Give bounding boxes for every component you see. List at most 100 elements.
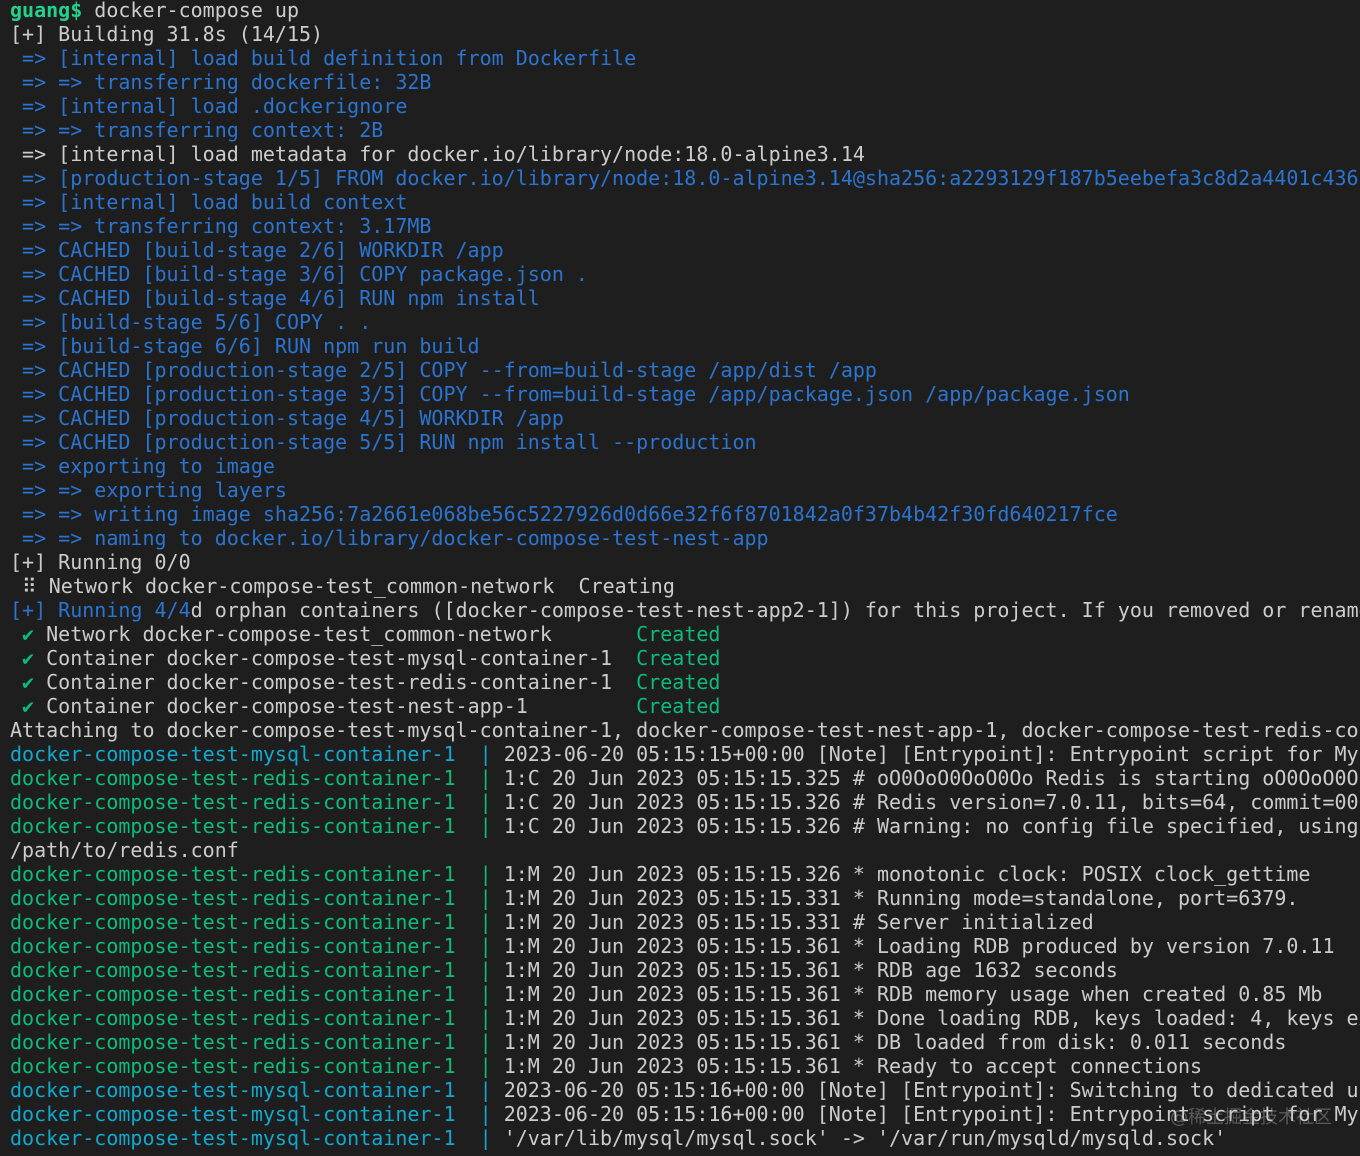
- terminal-line: docker-compose-test-redis-container-1 | …: [10, 982, 1360, 1006]
- line-segment: [+] Running 4/4: [10, 598, 191, 622]
- line-segment: 1:M 20 Jun 2023 05:15:15.361 * RDB memor…: [503, 982, 1323, 1006]
- terminal-line: => CACHED [build-stage 4/6] RUN npm inst…: [10, 286, 1360, 310]
- line-segment: => [production-stage 1/5] FROM docker.io…: [10, 166, 1360, 190]
- line-segment: [+] Building 31.8s (14/15): [10, 22, 324, 46]
- line-segment: docker-compose-test-redis-container-1 |: [10, 958, 504, 982]
- line-segment: => CACHED [build-stage 4/6] RUN npm inst…: [10, 286, 540, 310]
- line-segment: => => exporting layers: [10, 478, 287, 502]
- terminal-line: => [internal] load build context: [10, 190, 1360, 214]
- terminal-line: docker-compose-test-redis-container-1 | …: [10, 862, 1360, 886]
- line-segment: 1:M 20 Jun 2023 05:15:15.361 * RDB age 1…: [503, 958, 1118, 982]
- terminal-line: => => transferring context: 2B: [10, 118, 1360, 142]
- line-segment: docker-compose-test-redis-container-1 |: [10, 1054, 504, 1078]
- terminal-line: => [internal] load build definition from…: [10, 46, 1360, 70]
- terminal-line: => CACHED [build-stage 2/6] WORKDIR /app: [10, 238, 1360, 262]
- terminal-line: docker-compose-test-redis-container-1 | …: [10, 910, 1360, 934]
- terminal-line: docker-compose-test-mysql-container-1 | …: [10, 1078, 1360, 1102]
- line-segment: => => transferring context: 2B: [10, 118, 384, 142]
- line-segment: d orphan containers ([docker-compose-tes…: [190, 598, 1360, 622]
- terminal-line: => CACHED [production-stage 4/5] WORKDIR…: [10, 406, 1360, 430]
- line-segment: => [build-stage 6/6] RUN npm run build: [10, 334, 480, 358]
- line-segment: 1:C 20 Jun 2023 05:15:15.326 # Redis ver…: [503, 790, 1360, 814]
- line-segment: 2023-06-20 05:15:16+00:00 [Note] [Entryp…: [503, 1078, 1360, 1102]
- terminal-line: [+] Running 4/4d orphan containers ([doc…: [10, 598, 1360, 622]
- line-segment: => [build-stage 5/6] COPY . .: [10, 310, 372, 334]
- terminal-line: ✔ Network docker-compose-test_common-net…: [10, 622, 1360, 646]
- line-segment: docker-compose-test-redis-container-1 |: [10, 790, 504, 814]
- terminal-line: ✔ Container docker-compose-test-nest-app…: [10, 694, 1360, 718]
- line-segment: Created: [636, 646, 721, 670]
- line-segment: => CACHED [build-stage 2/6] WORKDIR /app: [10, 238, 504, 262]
- terminal-line: docker-compose-test-redis-container-1 | …: [10, 1030, 1360, 1054]
- terminal-line: docker-compose-test-redis-container-1 | …: [10, 766, 1360, 790]
- line-segment: ✔: [10, 670, 35, 694]
- line-segment: 1:M 20 Jun 2023 05:15:15.361 * DB loaded…: [503, 1030, 1287, 1054]
- line-segment: Attaching to docker-compose-test-mysql-c…: [10, 718, 1360, 742]
- line-segment: 1:M 20 Jun 2023 05:15:15.326 * monotonic…: [503, 862, 1311, 886]
- terminal-line: => => transferring dockerfile: 32B: [10, 70, 1360, 94]
- line-segment: => CACHED [production-stage 5/5] RUN npm…: [10, 430, 757, 454]
- line-segment: => => naming to docker.io/library/docker…: [10, 526, 769, 550]
- terminal-line: Attaching to docker-compose-test-mysql-c…: [10, 718, 1360, 742]
- terminal-line: => CACHED [production-stage 2/5] COPY --…: [10, 358, 1360, 382]
- line-segment: => [internal] load build context: [10, 190, 408, 214]
- line-segment: docker-compose-test-mysql-container-1 |: [10, 1126, 504, 1150]
- line-segment: Created: [636, 670, 721, 694]
- line-segment: docker-compose-test-redis-container-1 |: [10, 814, 504, 838]
- line-segment: Container docker-compose-test-redis-cont…: [34, 670, 637, 694]
- terminal-line: ✔ Container docker-compose-test-mysql-co…: [10, 646, 1360, 670]
- line-segment: 1:M 20 Jun 2023 05:15:15.361 * Ready to …: [503, 1054, 1203, 1078]
- line-segment: docker-compose-test-redis-container-1 |: [10, 766, 504, 790]
- line-segment: => => writing image sha256:7a2661e068be5…: [10, 502, 1118, 526]
- line-segment: docker-compose-test-mysql-container-1 |: [10, 742, 504, 766]
- line-segment: 1:M 20 Jun 2023 05:15:15.331 # Server in…: [503, 910, 1094, 934]
- line-segment: 1:C 20 Jun 2023 05:15:15.325 # oO0OoO0Oo…: [503, 766, 1360, 790]
- terminal-line: /path/to/redis.conf: [10, 838, 1360, 862]
- shell-prompt: guang$: [10, 0, 83, 22]
- line-segment: Container docker-compose-test-nest-app-1: [34, 694, 637, 718]
- terminal-line: => => transferring context: 3.17MB: [10, 214, 1360, 238]
- terminal-line: docker-compose-test-redis-container-1 | …: [10, 1006, 1360, 1030]
- terminal-line: docker-compose-test-redis-container-1 | …: [10, 790, 1360, 814]
- line-segment: => [internal] load build definition from…: [10, 46, 637, 70]
- terminal-line: => [internal] load metadata for docker.i…: [10, 142, 1360, 166]
- line-segment: docker-compose-test-redis-container-1 |: [10, 862, 504, 886]
- line-segment: ✔: [10, 694, 35, 718]
- terminal-line: => => naming to docker.io/library/docker…: [10, 526, 1360, 550]
- terminal-line: => [build-stage 5/6] COPY . .: [10, 310, 1360, 334]
- terminal-line: docker-compose-test-mysql-container-1 | …: [10, 1126, 1360, 1150]
- line-segment: => => transferring context: 3.17MB: [10, 214, 432, 238]
- line-segment: ✔: [10, 622, 35, 646]
- line-segment: ⠿ Network docker-compose-test_common-net…: [10, 574, 675, 598]
- line-segment: Container docker-compose-test-mysql-cont…: [34, 646, 637, 670]
- line-segment: 1:M 20 Jun 2023 05:15:15.331 * Running m…: [503, 886, 1299, 910]
- line-segment: docker-compose-test-redis-container-1 |: [10, 982, 504, 1006]
- terminal-line: ✔ Container docker-compose-test-redis-co…: [10, 670, 1360, 694]
- line-segment: 2023-06-20 05:15:15+00:00 [Note] [Entryp…: [503, 742, 1360, 766]
- line-segment: docker-compose-test-mysql-container-1 |: [10, 1102, 504, 1126]
- line-segment: docker-compose-test-redis-container-1 |: [10, 910, 504, 934]
- terminal-line: => [internal] load .dockerignore: [10, 94, 1360, 118]
- line-segment: Created: [636, 622, 721, 646]
- line-segment: Network docker-compose-test_common-netwo…: [34, 622, 637, 646]
- line-segment: docker-compose-test-mysql-container-1 |: [10, 1078, 504, 1102]
- terminal-output[interactable]: guang$ docker-compose up [+] Building 31.…: [10, 0, 1360, 1150]
- line-segment: => CACHED [build-stage 3/6] COPY package…: [10, 262, 588, 286]
- line-segment: => CACHED [production-stage 4/5] WORKDIR…: [10, 406, 564, 430]
- line-segment: docker-compose up: [82, 0, 299, 22]
- terminal-line: docker-compose-test-redis-container-1 | …: [10, 934, 1360, 958]
- line-segment: Created: [636, 694, 721, 718]
- terminal-line: docker-compose-test-redis-container-1 | …: [10, 886, 1360, 910]
- line-segment: 1:C 20 Jun 2023 05:15:15.326 # Warning: …: [503, 814, 1359, 838]
- terminal-line: ⠿ Network docker-compose-test_common-net…: [10, 574, 1360, 598]
- line-segment: docker-compose-test-redis-container-1 |: [10, 886, 504, 910]
- line-segment: => exporting to image: [10, 454, 275, 478]
- terminal-line: => CACHED [production-stage 3/5] COPY --…: [10, 382, 1360, 406]
- line-segment: => CACHED [production-stage 3/5] COPY --…: [10, 382, 1130, 406]
- terminal-line: => CACHED [build-stage 3/6] COPY package…: [10, 262, 1360, 286]
- line-segment: docker-compose-test-redis-container-1 |: [10, 934, 504, 958]
- line-segment: => => transferring dockerfile: 32B: [10, 70, 432, 94]
- line-segment: 1:M 20 Jun 2023 05:15:15.361 * Done load…: [503, 1006, 1360, 1030]
- terminal-line: => CACHED [production-stage 5/5] RUN npm…: [10, 430, 1360, 454]
- line-segment: 1:M 20 Jun 2023 05:15:15.361 * Loading R…: [503, 934, 1335, 958]
